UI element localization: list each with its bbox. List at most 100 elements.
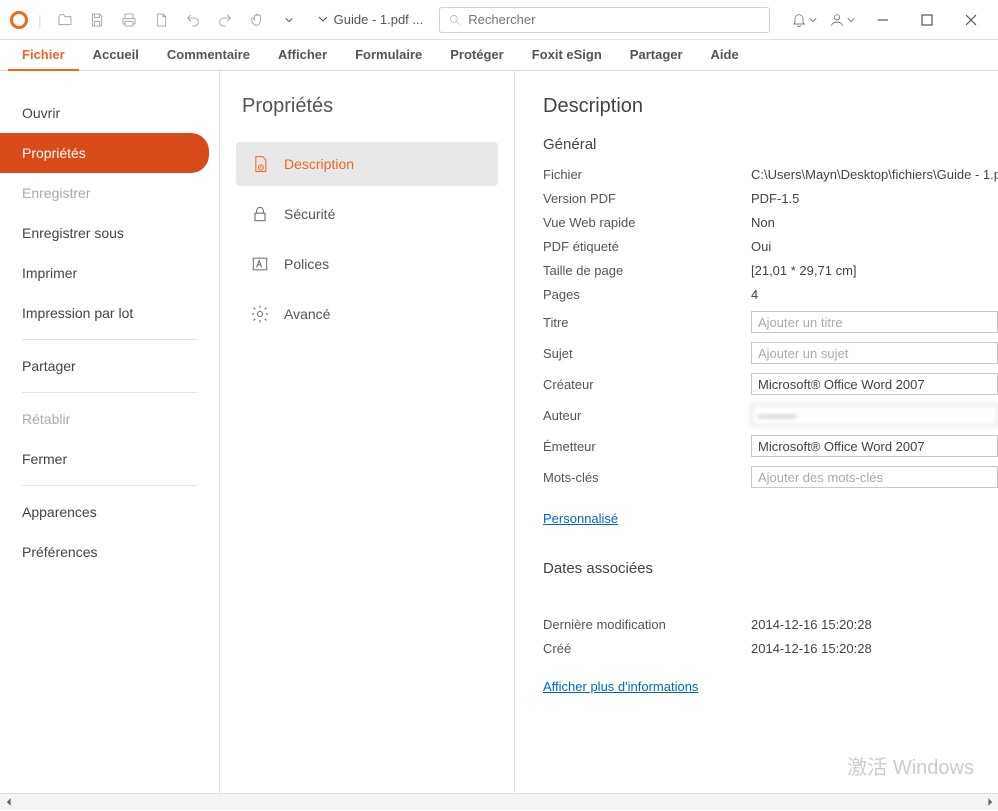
font-icon xyxy=(250,254,270,274)
window-close-button[interactable] xyxy=(950,6,992,34)
sidebar-separator xyxy=(22,485,197,486)
scroll-right-icon[interactable] xyxy=(981,794,998,811)
modified-label: Dernière modification xyxy=(543,617,751,632)
window-minimize-button[interactable] xyxy=(862,6,904,34)
row-file: Fichier C:\Users\Mayn\Desktop\fichiers\G… xyxy=(543,167,998,182)
sidebar-item-preferences[interactable]: Préférences xyxy=(0,532,219,572)
separator: | xyxy=(38,12,42,28)
description-heading: Description xyxy=(543,95,998,118)
undo-icon[interactable] xyxy=(180,6,206,34)
ribbon-tab-esign[interactable]: Foxit eSign xyxy=(518,40,616,71)
pdfver-label: Version PDF xyxy=(543,191,751,206)
sidebar-item-apparences[interactable]: Apparences xyxy=(0,492,219,532)
pdfver-value: PDF-1.5 xyxy=(751,191,998,206)
title-input[interactable] xyxy=(751,311,998,333)
properties-nav: Propriétés Description Sécurité Polices … xyxy=(220,71,515,793)
pagesize-value: [21,01 * 29,71 cm] xyxy=(751,263,998,278)
file-value: C:\Users\Mayn\Desktop\fichiers\Guide - 1… xyxy=(751,167,998,182)
account-button[interactable] xyxy=(824,6,860,34)
prop-nav-label: Polices xyxy=(284,256,329,272)
page-icon[interactable] xyxy=(148,6,174,34)
ribbon-tab-commentaire[interactable]: Commentaire xyxy=(153,40,264,71)
row-fastweb: Vue Web rapide Non xyxy=(543,215,998,230)
creator-input[interactable] xyxy=(751,373,998,395)
creator-label: Créateur xyxy=(543,377,751,392)
created-value: 2014-12-16 15:20:28 xyxy=(751,641,998,656)
prop-nav-avance[interactable]: Avancé xyxy=(236,292,498,336)
scroll-left-icon[interactable] xyxy=(0,794,17,811)
ribbon-tab-aide[interactable]: Aide xyxy=(697,40,753,71)
file-label: Fichier xyxy=(543,167,751,182)
app-logo-icon xyxy=(10,11,28,29)
chevron-down-icon xyxy=(847,12,855,27)
file-info-icon xyxy=(250,154,270,174)
sidebar-item-partager[interactable]: Partager xyxy=(0,346,219,386)
ribbon-tab-partager[interactable]: Partager xyxy=(616,40,697,71)
ribbon-tab-formulaire[interactable]: Formulaire xyxy=(341,40,436,71)
row-tagged: PDF étiqueté Oui xyxy=(543,239,998,254)
custom-link[interactable]: Personnalisé xyxy=(543,511,618,526)
producer-input[interactable] xyxy=(751,435,998,457)
row-pdfversion: Version PDF PDF-1.5 xyxy=(543,191,998,206)
hand-tool-icon[interactable] xyxy=(244,6,270,34)
sidebar-separator xyxy=(22,339,197,340)
description-panel: Description Général Fichier C:\Users\May… xyxy=(515,71,998,793)
author-label: Auteur xyxy=(543,408,751,423)
sidebar-item-ouvrir[interactable]: Ouvrir xyxy=(0,93,219,133)
keywords-label: Mots-clés xyxy=(543,470,751,485)
save-icon[interactable] xyxy=(84,6,110,34)
ribbon-tab-accueil[interactable]: Accueil xyxy=(79,40,153,71)
producer-label: Émetteur xyxy=(543,439,751,454)
created-label: Créé xyxy=(543,641,751,656)
search-input[interactable] xyxy=(468,12,761,27)
row-producer: Émetteur xyxy=(543,435,998,457)
sidebar-item-retablir: Rétablir xyxy=(0,399,219,439)
sidebar-item-impression-lot[interactable]: Impression par lot xyxy=(0,293,219,333)
prop-nav-description[interactable]: Description xyxy=(236,142,498,186)
author-input[interactable] xyxy=(751,404,998,426)
ribbon-tab-fichier[interactable]: Fichier xyxy=(8,40,79,71)
search-icon xyxy=(448,13,462,27)
ribbon-tab-afficher[interactable]: Afficher xyxy=(264,40,341,71)
prop-nav-securite[interactable]: Sécurité xyxy=(236,192,498,236)
sidebar-item-fermer[interactable]: Fermer xyxy=(0,439,219,479)
notification-button[interactable] xyxy=(786,6,822,34)
keywords-input[interactable] xyxy=(751,466,998,488)
ribbon-tabs: Fichier Accueil Commentaire Afficher For… xyxy=(0,40,998,71)
document-tab[interactable]: Guide - 1.pdf ... xyxy=(318,12,424,27)
prop-nav-label: Description xyxy=(284,156,354,172)
tagged-label: PDF étiqueté xyxy=(543,239,751,254)
chevron-down-icon xyxy=(809,12,817,27)
window-maximize-button[interactable] xyxy=(906,6,948,34)
row-pagesize: Taille de page [21,01 * 29,71 cm] xyxy=(543,263,998,278)
prop-nav-label: Sécurité xyxy=(284,206,335,222)
qat-dropdown-icon[interactable] xyxy=(276,6,302,34)
user-icon xyxy=(829,12,845,28)
row-creator: Créateur xyxy=(543,373,998,395)
sidebar-separator xyxy=(22,392,197,393)
ribbon-tab-proteger[interactable]: Protéger xyxy=(436,40,517,71)
lock-icon xyxy=(250,204,270,224)
bell-icon xyxy=(791,12,807,28)
prop-nav-label: Avancé xyxy=(284,306,330,322)
redo-icon[interactable] xyxy=(212,6,238,34)
tagged-value: Oui xyxy=(751,239,998,254)
row-keywords: Mots-clés xyxy=(543,466,998,488)
prop-nav-polices[interactable]: Polices xyxy=(236,242,498,286)
properties-heading: Propriétés xyxy=(242,95,498,118)
sidebar-item-imprimer[interactable]: Imprimer xyxy=(0,253,219,293)
more-info-link[interactable]: Afficher plus d'informations xyxy=(543,679,698,694)
open-file-icon[interactable] xyxy=(52,6,78,34)
sidebar-item-enregistrer-sous[interactable]: Enregistrer sous xyxy=(0,213,219,253)
print-icon[interactable] xyxy=(116,6,142,34)
modified-value: 2014-12-16 15:20:28 xyxy=(751,617,998,632)
row-title: Titre xyxy=(543,311,998,333)
subject-input[interactable] xyxy=(751,342,998,364)
file-menu-sidebar: Ouvrir Propriétés Enregistrer Enregistre… xyxy=(0,71,220,793)
window-controls xyxy=(786,6,992,34)
document-title: Guide - 1.pdf ... xyxy=(334,12,424,27)
search-box[interactable] xyxy=(439,7,770,33)
title-bar: | Guide - 1.pdf ... xyxy=(0,0,998,40)
horizontal-scrollbar[interactable] xyxy=(0,793,998,810)
sidebar-item-proprietes[interactable]: Propriétés xyxy=(0,133,209,173)
